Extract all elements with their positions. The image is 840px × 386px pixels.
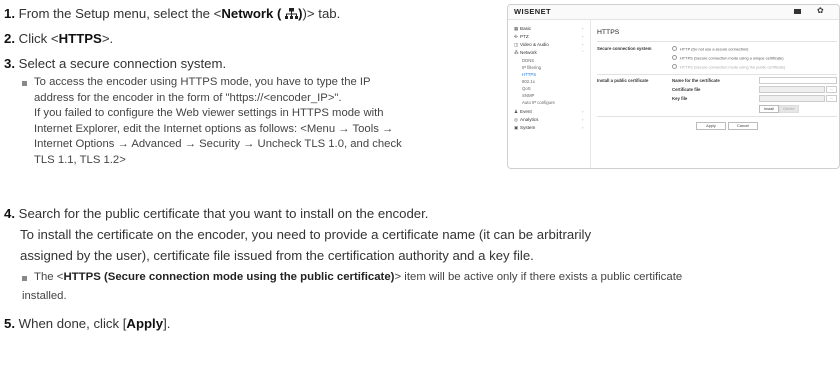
- note-public-cert: The <HTTPS (Secure connection mode using…: [34, 271, 683, 283]
- sidebar-item-basic[interactable]: ▦ Basic: [514, 26, 531, 32]
- key-file-input[interactable]: [759, 95, 825, 102]
- sidebar-subitem-8021x[interactable]: 802.1x: [522, 79, 535, 84]
- sidebar-subitem-ddns[interactable]: DDNS: [522, 58, 534, 63]
- radio-icon: [672, 64, 677, 69]
- apply-button[interactable]: Apply: [696, 122, 726, 130]
- note-bullet: [22, 276, 27, 281]
- secure-connection-label: Secure connection system: [597, 46, 652, 51]
- chevron-right-icon: ›: [582, 34, 584, 39]
- cert-name-label: Name for the certificate: [672, 78, 720, 83]
- option-http[interactable]: HTTP (Do not use a secure connection): [672, 46, 748, 52]
- note-bullet: [22, 81, 27, 86]
- chevron-right-icon: ›: [582, 26, 584, 31]
- cert-file-browse-button[interactable]: ...: [826, 86, 837, 93]
- network-tab-icon: [285, 8, 299, 19]
- cert-file-label: Certificate file: [672, 87, 701, 92]
- sidebar-item-event[interactable]: ♟ Event: [514, 109, 532, 115]
- setup-sidebar: ▦ Basic › ✣ PTZ › ◫ Video & Audio › ⁂Networ…: [508, 20, 591, 168]
- cert-name-input[interactable]: [759, 77, 837, 84]
- step-1: 1. From the Setup menu, select the <Netw…: [4, 6, 341, 21]
- radio-icon: [672, 46, 677, 51]
- sidebar-subitem-ip-filtering[interactable]: IP filtering: [522, 65, 541, 70]
- sidebar-subitem-qos[interactable]: QoS: [522, 86, 531, 91]
- sidebar-subitem-snmp[interactable]: SNMP: [522, 93, 534, 98]
- monitor-icon[interactable]: [794, 9, 801, 14]
- sidebar-item-analytics[interactable]: ◎ Analytics: [514, 117, 538, 123]
- step-4-line-3: assigned by the user), certificate file …: [20, 248, 534, 263]
- manual-page: 1. From the Setup menu, select the <Netw…: [0, 0, 840, 386]
- sidebar-item-network[interactable]: ⁂Network: [514, 50, 537, 56]
- step-2: 2. Click <HTTPS>.: [4, 31, 114, 46]
- divider: [597, 41, 837, 42]
- step-4: 4. Search for the public certificate tha…: [4, 206, 429, 221]
- delete-button[interactable]: Delete: [779, 105, 799, 113]
- option-https-public[interactable]: HTTPS (Secure connection mode using the …: [672, 64, 785, 70]
- chevron-right-icon: ›: [582, 42, 584, 47]
- sidebar-item-video-audio[interactable]: ◫ Video & Audio: [514, 42, 549, 48]
- radio-icon: [672, 55, 677, 60]
- gear-icon[interactable]: ✿: [817, 6, 824, 15]
- option-https-unique[interactable]: HTTPS (Secure connection mode using a un…: [672, 55, 784, 61]
- chevron-right-icon: ›: [582, 125, 584, 130]
- note-public-cert-line-2: installed.: [22, 290, 67, 302]
- install-cert-label: Install a public certificate: [597, 78, 649, 83]
- step-4-line-2: To install the certificate on the encode…: [20, 227, 592, 242]
- divider: [597, 116, 837, 117]
- chevron-right-icon: ›: [582, 109, 584, 114]
- chevron-right-icon: ›: [582, 117, 584, 122]
- step-3: 3. Select a secure connection system.: [4, 56, 227, 71]
- sidebar-item-ptz[interactable]: ✣ PTZ: [514, 34, 529, 40]
- chevron-down-icon: ˇ: [582, 50, 584, 55]
- key-file-browse-button[interactable]: ...: [826, 95, 837, 102]
- sidebar-subitem-auto-ip[interactable]: Auto IP configure: [522, 100, 555, 105]
- key-file-label: Key file: [672, 96, 688, 101]
- divider: [597, 74, 837, 75]
- wisenet-logo: WISENET: [514, 7, 551, 16]
- https-settings-screenshot: WISENET ✿ ▦ Basic › ✣ PTZ › ◫ Video & Audio…: [507, 4, 840, 169]
- https-settings-panel: HTTPS Secure connection system HTTP (Do …: [591, 20, 839, 168]
- step-5: 5. When done, click [Apply].: [4, 316, 171, 331]
- cert-file-input[interactable]: [759, 86, 825, 93]
- sidebar-item-system[interactable]: ▣ System: [514, 125, 535, 131]
- sidebar-subitem-https[interactable]: HTTPS: [522, 72, 536, 77]
- app-header: WISENET ✿: [508, 5, 839, 20]
- page-title: HTTPS: [597, 29, 620, 36]
- cancel-button[interactable]: Cancel: [728, 122, 758, 130]
- note-https-access: To access the encoder using HTTPS mode, …: [34, 76, 402, 166]
- install-button[interactable]: Install: [759, 105, 779, 113]
